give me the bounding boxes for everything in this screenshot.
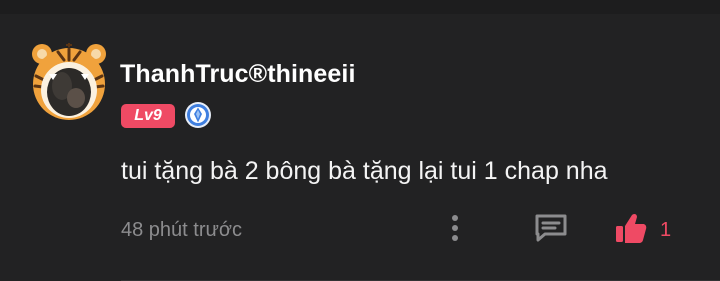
more-options-button[interactable]	[444, 212, 466, 246]
user-avatar[interactable]	[28, 40, 110, 122]
comment-text: tui tặng bà 2 bông bà tặng lại tui 1 cha…	[121, 157, 608, 185]
thumbs-up-icon	[616, 213, 647, 243]
tiger-avatar-icon	[32, 43, 106, 120]
comment-timestamp: 48 phút trước	[121, 219, 243, 241]
comment-item: ThanhTruc®thineeii Lv9 tui tặng bà 2 bôn…	[0, 14, 720, 281]
level-badge: Lv9	[121, 104, 175, 128]
blue-gem-badge-icon	[184, 101, 212, 129]
speech-bubble-icon	[535, 214, 567, 242]
reply-button[interactable]	[533, 212, 569, 246]
vertical-dots-icon	[452, 215, 458, 241]
username[interactable]: ThanhTruc®thineeii	[120, 60, 356, 89]
like-count: 1	[660, 219, 672, 241]
like-button[interactable]: 1	[612, 210, 674, 246]
top-separator	[0, 0, 720, 14]
